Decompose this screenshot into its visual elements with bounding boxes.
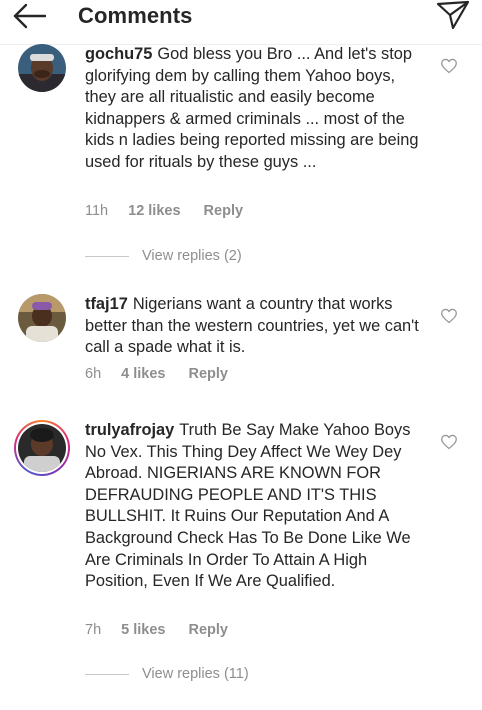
comment-text: God bless you Bro ... And let's stop glo… — [85, 45, 419, 171]
comment-meta: 6h 4 likes Reply — [85, 366, 228, 382]
comment-meta: 7h 5 likes Reply — [85, 622, 228, 638]
comment-username[interactable]: trulyafrojay — [85, 421, 174, 439]
heart-icon[interactable] — [440, 58, 458, 74]
avatar[interactable] — [18, 294, 66, 342]
likes-count[interactable]: 4 likes — [121, 366, 165, 382]
comment-time: 7h — [85, 622, 102, 638]
view-replies-label: View replies (2) — [142, 248, 242, 264]
story-ring[interactable] — [14, 420, 70, 476]
comment-time: 11h — [85, 203, 109, 219]
arrow-left-icon[interactable] — [12, 3, 46, 29]
comment-body: gochu75 God bless you Bro ... And let's s… — [85, 44, 427, 174]
view-replies-button[interactable]: View replies (11) — [85, 666, 249, 686]
comment-meta: 11h 12 likes Reply — [85, 203, 243, 219]
comments-header: Comments — [0, 0, 482, 36]
likes-count[interactable]: 12 likes — [128, 203, 180, 219]
comment-username[interactable]: gochu75 — [85, 45, 152, 63]
comment-text: Truth Be Say Make Yahoo Boys No Vex. Thi… — [85, 421, 411, 591]
comment-text: Nigerians want a country that works bett… — [85, 295, 419, 357]
view-replies-label: View replies (11) — [142, 666, 249, 682]
reply-button[interactable]: Reply — [204, 203, 244, 219]
avatar[interactable] — [18, 44, 66, 92]
replies-divider-line — [85, 255, 129, 257]
replies-divider-line — [85, 673, 129, 675]
comment-body: tfaj17 Nigerians want a country that work… — [85, 294, 427, 359]
comment-body: trulyafrojay Truth Be Say Make Yahoo Boys… — [85, 420, 427, 593]
heart-icon[interactable] — [440, 434, 458, 450]
heart-icon[interactable] — [440, 308, 458, 324]
page-title: Comments — [78, 3, 193, 28]
likes-count[interactable]: 5 likes — [121, 622, 165, 638]
paper-plane-icon[interactable] — [436, 0, 470, 30]
comment-time: 6h — [85, 366, 102, 382]
reply-button[interactable]: Reply — [188, 622, 228, 638]
reply-button[interactable]: Reply — [188, 366, 228, 382]
avatar — [18, 424, 66, 472]
view-replies-button[interactable]: View replies (2) — [85, 248, 242, 268]
comment-username[interactable]: tfaj17 — [85, 295, 128, 313]
